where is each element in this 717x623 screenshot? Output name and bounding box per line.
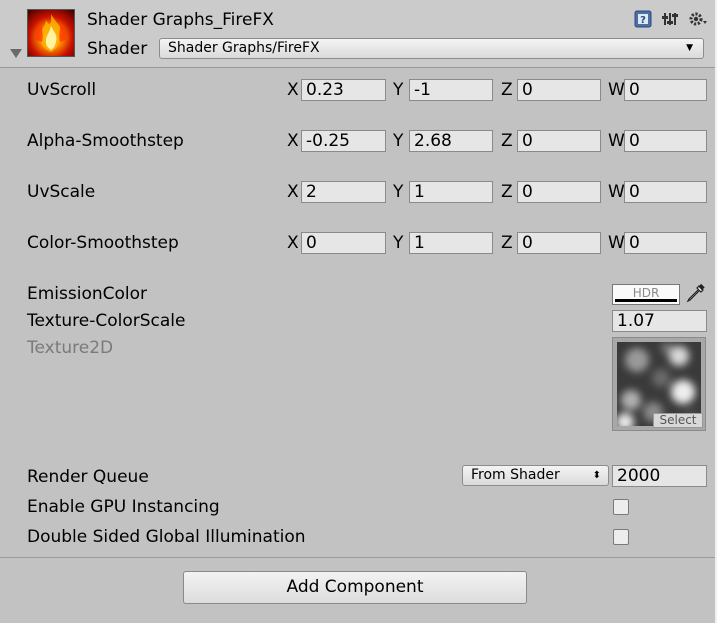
vector-label: UvScroll [27, 80, 97, 100]
vector-z-field[interactable]: 0 [517, 79, 601, 101]
emission-color-label: EmissionColor [27, 284, 148, 304]
material-header: Shader Graphs_FireFX Shader Shader Graph… [0, 0, 717, 68]
axis-label-x: X [287, 80, 299, 100]
gpu-instancing-checkbox[interactable] [613, 499, 629, 515]
vector-label: Color-Smoothstep [27, 233, 179, 253]
updown-caret-icon: ⬍ [592, 470, 601, 481]
vector-y-field[interactable]: 1 [409, 181, 493, 203]
add-component-button[interactable]: Add Component [183, 571, 527, 604]
double-sided-gi-label: Double Sided Global Illumination [27, 527, 306, 547]
axis-label-x: X [287, 131, 299, 151]
foldout-arrow-icon[interactable] [10, 49, 22, 58]
vector-x-field[interactable]: -0.25 [301, 130, 386, 152]
render-queue-label: Render Queue [27, 467, 149, 487]
axis-label-x: X [287, 182, 299, 202]
vector-w-field[interactable]: 0 [624, 181, 707, 203]
vector-y-field[interactable]: 1 [409, 232, 493, 254]
gear-icon[interactable] [688, 9, 708, 29]
render-queue-dropdown[interactable]: From Shader ⬍ [462, 465, 609, 486]
axis-label-w: W [608, 80, 625, 100]
axis-label-w: W [608, 131, 625, 151]
axis-label-z: Z [501, 80, 513, 100]
gpu-instancing-label: Enable GPU Instancing [27, 497, 220, 517]
vector-y-field[interactable]: 2.68 [409, 130, 493, 152]
section-divider [0, 557, 717, 558]
texture-colorscale-label: Texture-ColorScale [27, 311, 186, 331]
vector-label: UvScale [27, 182, 96, 202]
vector-z-field[interactable]: 0 [517, 130, 601, 152]
axis-label-z: Z [501, 131, 513, 151]
axis-label-y: Y [393, 233, 404, 253]
material-preview-thumbnail[interactable] [27, 9, 75, 57]
texture-select-button[interactable]: Select [653, 413, 703, 428]
vector-z-field[interactable]: 0 [517, 181, 601, 203]
texture-colorscale-field[interactable]: 1.07 [612, 310, 707, 332]
vector-w-field[interactable]: 0 [624, 232, 707, 254]
vector-x-field[interactable]: 0.23 [301, 79, 386, 101]
texture2d-slot[interactable]: Select [612, 337, 706, 431]
render-queue-mode: From Shader [471, 467, 560, 483]
axis-label-y: Y [393, 131, 404, 151]
dropdown-caret-icon: ▼ [686, 43, 693, 53]
axis-label-x: X [287, 233, 299, 253]
vector-x-field[interactable]: 2 [301, 181, 386, 203]
hdr-badge: HDR [632, 286, 660, 300]
preset-icon[interactable] [660, 9, 680, 29]
axis-label-z: Z [501, 233, 513, 253]
material-title: Shader Graphs_FireFX [87, 10, 274, 30]
double-sided-gi-checkbox[interactable] [613, 529, 629, 545]
vector-label: Alpha-Smoothstep [27, 131, 184, 151]
axis-label-y: Y [393, 182, 404, 202]
eyedropper-icon[interactable] [684, 283, 706, 305]
vector-w-field[interactable]: 0 [624, 130, 707, 152]
vector-z-field[interactable]: 0 [517, 232, 601, 254]
axis-label-w: W [608, 233, 625, 253]
shader-dropdown-value: Shader Graphs/FireFX [168, 40, 320, 56]
color-alpha-bar [615, 299, 677, 302]
fire-icon [35, 14, 67, 52]
svg-text:?: ? [640, 15, 646, 26]
shader-label: Shader [87, 39, 148, 59]
axis-label-y: Y [393, 80, 404, 100]
shader-dropdown[interactable]: Shader Graphs/FireFX ▼ [159, 38, 704, 59]
help-icon[interactable]: ? [633, 9, 653, 29]
axis-label-z: Z [501, 182, 513, 202]
texture2d-label: Texture2D [27, 338, 114, 358]
axis-label-w: W [608, 182, 625, 202]
vector-y-field[interactable]: -1 [409, 79, 493, 101]
vector-w-field[interactable]: 0 [624, 79, 707, 101]
vector-x-field[interactable]: 0 [301, 232, 386, 254]
render-queue-value-field[interactable]: 2000 [612, 465, 707, 487]
emission-color-swatch[interactable]: HDR [612, 284, 680, 305]
